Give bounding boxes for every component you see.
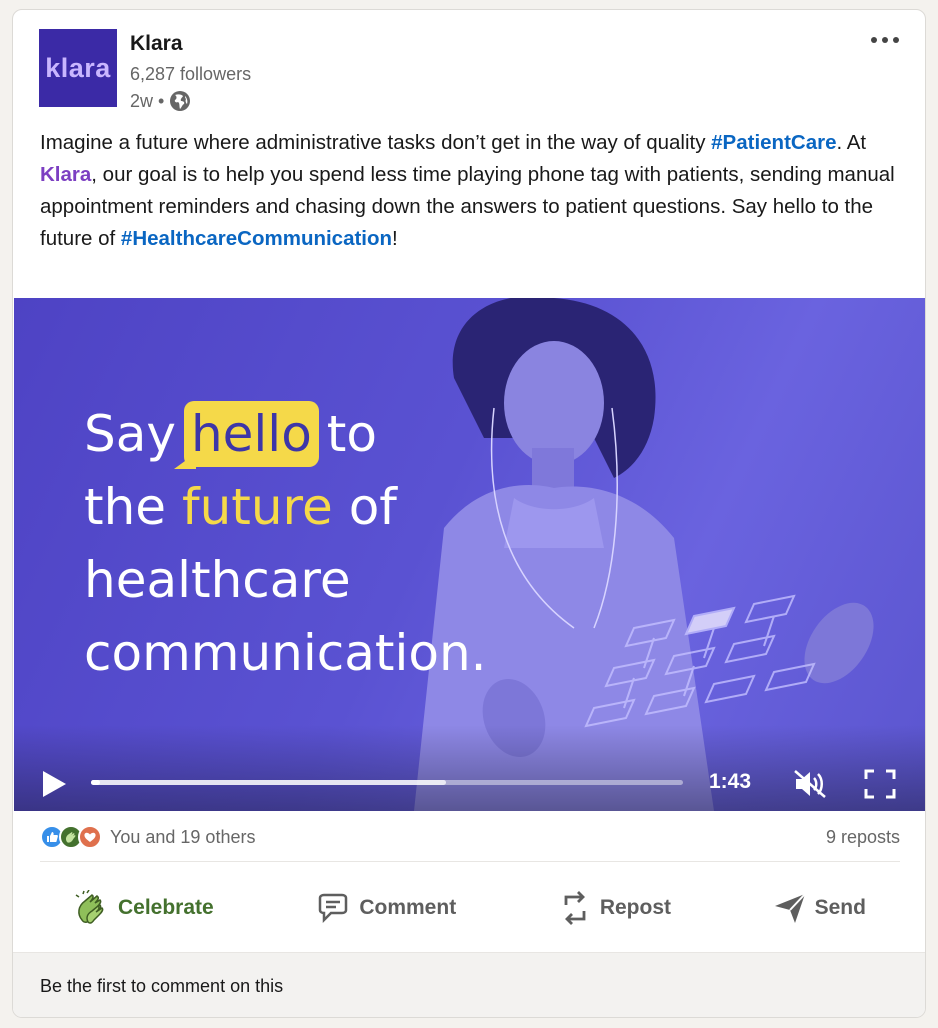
repost-label: Repost <box>599 896 671 919</box>
social-counts: You and 19 others 9 reposts <box>40 822 900 862</box>
post-meta: 2w • <box>130 90 191 112</box>
celebrate-icon <box>75 890 104 924</box>
feed-post-card: klara Klara 6,287 followers 2w • Imagine… <box>12 9 926 1018</box>
first-comment-prompt[interactable]: Be the first to comment on this <box>40 976 283 997</box>
comment-label: Comment <box>359 896 457 919</box>
overlay-line-3: healthcare <box>84 551 351 609</box>
video-controls: 1:43 <box>14 725 925 811</box>
overlay-word: of <box>348 478 397 536</box>
meta-separator: • <box>158 90 165 111</box>
overlay-line-2: the future of <box>84 471 487 544</box>
video-player[interactable]: Say hello to the future of healthcare comm… <box>14 298 925 811</box>
post-text-segment: Imagine a future where administrative ta… <box>40 131 712 154</box>
send-icon <box>774 893 806 923</box>
action-bar: Celebrate Comment Repost Send <box>40 878 900 938</box>
overlay-line-4: communication. <box>84 624 487 682</box>
comment-button[interactable]: Comment <box>281 878 490 938</box>
post-text-segment: ! <box>392 227 398 250</box>
post-text-segment: . At <box>836 131 867 154</box>
hello-speech-bubble: hello <box>173 401 319 469</box>
comment-icon <box>319 893 348 924</box>
ellipsis-icon <box>871 37 877 43</box>
company-logo[interactable]: klara <box>39 29 117 107</box>
progress-buffered <box>91 780 447 785</box>
muted-speaker-icon[interactable] <box>792 768 828 800</box>
comments-footer: Be the first to comment on this <box>13 952 925 1017</box>
reactors-count[interactable]: You and 19 others <box>110 827 255 848</box>
more-options-button[interactable] <box>867 33 903 47</box>
celebrate-label: Celebrate <box>118 896 214 919</box>
author-name[interactable]: Klara <box>130 32 183 56</box>
repost-icon <box>564 891 586 925</box>
globe-icon <box>169 90 191 112</box>
video-progress-bar[interactable] <box>91 780 683 785</box>
reposts-count[interactable]: 9 reposts <box>826 827 900 848</box>
video-duration: 1:43 <box>709 770 752 793</box>
repost-button[interactable]: Repost <box>524 878 705 938</box>
overlay-word-highlight: future <box>181 478 333 536</box>
fullscreen-icon[interactable] <box>864 769 896 799</box>
hashtag-patientcare[interactable]: #PatientCare <box>711 131 836 154</box>
progress-played <box>91 780 100 785</box>
send-label: Send <box>814 896 866 919</box>
divider <box>40 861 900 862</box>
overlay-word: the <box>84 478 167 536</box>
overlay-line-1: Say hello to <box>84 398 487 471</box>
post-time: 2w <box>130 90 154 111</box>
follower-count: 6,287 followers <box>130 64 252 84</box>
overlay-word: to <box>326 405 377 463</box>
love-icon <box>78 825 102 849</box>
post-text: Imagine a future where administrative ta… <box>40 127 900 255</box>
play-icon[interactable] <box>40 769 68 799</box>
logo-text: klara <box>45 52 111 83</box>
video-overlay-text: Say hello to the future of healthcare comm… <box>84 398 487 690</box>
mention-klara[interactable]: Klara <box>40 163 91 186</box>
reaction-icons[interactable] <box>40 825 104 851</box>
overlay-word: Say <box>84 405 176 463</box>
hashtag-healthcarecommunication[interactable]: #HealthcareCommunication <box>121 227 392 250</box>
celebrate-button[interactable]: Celebrate <box>40 878 248 938</box>
send-button[interactable]: Send <box>739 878 900 938</box>
